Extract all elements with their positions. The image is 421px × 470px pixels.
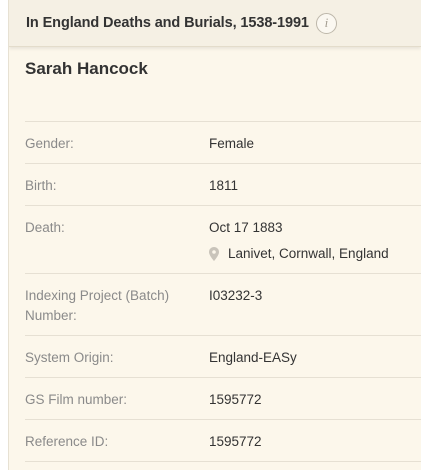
record-fields: Gender: Female Birth: 1811 Death: Oct 17… bbox=[25, 121, 421, 462]
field-row-reference-id: Reference ID: 1595772 bbox=[25, 420, 421, 462]
map-pin-icon bbox=[209, 247, 219, 261]
field-value: England-EASy bbox=[209, 350, 297, 365]
person-name: Sarah Hancock bbox=[25, 59, 148, 78]
field-label: Reference ID: bbox=[25, 434, 109, 449]
field-row-indexing-project: Indexing Project (Batch) Number: I03232-… bbox=[25, 274, 421, 336]
field-row-gender: Gender: Female bbox=[25, 122, 421, 164]
field-label: GS Film number: bbox=[25, 392, 128, 407]
field-label: Gender: bbox=[25, 136, 74, 151]
field-value: Oct 17 1883 bbox=[209, 220, 283, 235]
death-place-label: Lanivet, Cornwall, England bbox=[228, 246, 389, 261]
field-value: 1595772 bbox=[209, 434, 262, 449]
field-row-birth: Birth: 1811 bbox=[25, 164, 421, 206]
death-place: Lanivet, Cornwall, England bbox=[209, 244, 389, 264]
field-value: Female bbox=[209, 136, 255, 151]
field-label: Indexing Project (Batch) Number: bbox=[25, 288, 170, 323]
field-row-system-origin: System Origin: England-EASy bbox=[25, 336, 421, 378]
field-row-death: Death: Oct 17 1883 Lanivet, Cornwall, En… bbox=[25, 206, 421, 274]
death-details: Oct 17 1883 Lanivet, Cornwall, England bbox=[209, 218, 389, 273]
collection-header: In England Deaths and Burials, 1538-1991… bbox=[9, 0, 421, 47]
field-value: I03232-3 bbox=[209, 288, 263, 303]
field-row-gs-film-number: GS Film number: 1595772 bbox=[25, 378, 421, 420]
field-label: Birth: bbox=[25, 178, 57, 193]
field-value: 1811 bbox=[209, 178, 239, 193]
field-label: Death: bbox=[25, 220, 65, 235]
field-value: 1595772 bbox=[209, 392, 262, 407]
collection-title: In England Deaths and Burials, 1538-1991 bbox=[26, 15, 309, 31]
record-card: In England Deaths and Burials, 1538-1991… bbox=[8, 0, 421, 470]
info-icon[interactable]: i bbox=[315, 12, 337, 34]
field-label: System Origin: bbox=[25, 350, 114, 365]
